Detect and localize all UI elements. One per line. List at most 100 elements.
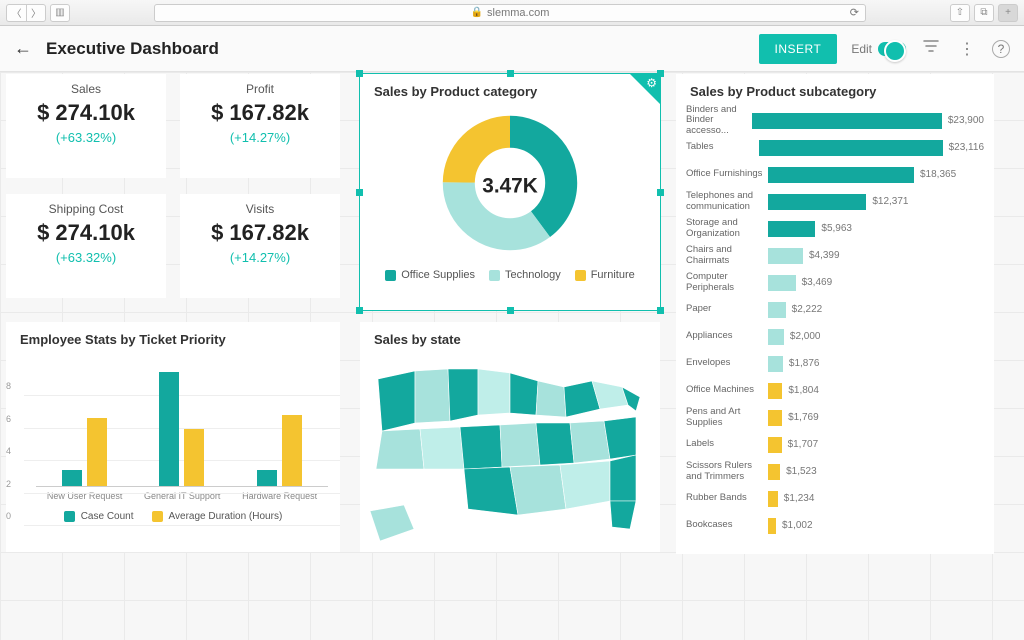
kpi-title: Shipping Cost xyxy=(10,202,162,216)
subcategory-row[interactable]: Chairs and Chairmats$4,399 xyxy=(686,242,984,269)
subcategory-row[interactable]: Envelopes $1,876 xyxy=(686,350,984,377)
resize-handle[interactable] xyxy=(356,307,363,314)
browser-share-button[interactable]: ⇧ xyxy=(950,4,970,22)
browser-back-button[interactable]: 〈 xyxy=(6,4,26,22)
dashboard-canvas[interactable]: Sales $ 274.10k (+63.32%) Profit $ 167.8… xyxy=(0,72,1024,640)
toggle-switch-icon[interactable] xyxy=(878,42,906,56)
us-map xyxy=(360,351,660,546)
edit-toggle[interactable]: Edit xyxy=(851,42,906,56)
subcategory-bar xyxy=(768,302,786,318)
resize-handle[interactable] xyxy=(657,307,664,314)
subcategory-bar xyxy=(768,464,780,480)
app-toolbar: ← Executive Dashboard INSERT Edit ⋮ ? xyxy=(0,26,1024,72)
subcategory-value: $1,876 xyxy=(789,358,820,369)
kpi-delta: (+14.27%) xyxy=(184,250,336,265)
subcategory-value: $2,222 xyxy=(792,304,823,315)
subcategory-value: $23,116 xyxy=(949,142,984,153)
subcategory-label: Envelopes xyxy=(686,358,768,368)
subcategory-bar xyxy=(768,248,803,264)
kpi-sales[interactable]: Sales $ 274.10k (+63.32%) xyxy=(6,74,166,178)
more-icon[interactable]: ⋮ xyxy=(956,39,978,59)
kpi-value: $ 274.10k xyxy=(10,220,162,246)
kpi-profit[interactable]: Profit $ 167.82k (+14.27%) xyxy=(180,74,340,178)
resize-handle[interactable] xyxy=(507,307,514,314)
resize-handle[interactable] xyxy=(657,189,664,196)
subcategory-row[interactable]: Bookcases $1,002 xyxy=(686,512,984,539)
subcategory-row[interactable]: Computer Peripherals$3,469 xyxy=(686,269,984,296)
kpi-title: Visits xyxy=(184,202,336,216)
subcategory-label: Office Furnishings xyxy=(686,169,768,179)
subcategory-label: Pens and Art Supplies xyxy=(686,407,768,428)
kpi-delta: (+63.32%) xyxy=(10,130,162,145)
subcategory-bar xyxy=(768,437,782,453)
subcategory-value: $1,523 xyxy=(786,466,817,477)
subcategory-label: Storage and Organization xyxy=(686,218,768,239)
reload-icon[interactable]: ⟳ xyxy=(850,6,859,19)
employee-bar-chart: 02468 New User RequestGeneral IT Support… xyxy=(6,351,340,526)
page-title: Executive Dashboard xyxy=(46,39,219,59)
subcategory-value: $1,002 xyxy=(782,520,813,531)
subcategory-bar xyxy=(768,518,776,534)
subcategory-value: $4,399 xyxy=(809,250,840,261)
subcategory-row[interactable]: Appliances$2,000 xyxy=(686,323,984,350)
gear-icon: ⚙ xyxy=(646,76,657,90)
lock-icon: 🔒 xyxy=(471,7,483,18)
subcategory-label: Labels xyxy=(686,439,768,449)
subcategory-value: $1,707 xyxy=(788,439,819,450)
subcategory-label: Bookcases xyxy=(686,520,768,530)
subcategory-bar xyxy=(768,167,914,183)
kpi-value: $ 167.82k xyxy=(184,100,336,126)
browser-tabs-button[interactable]: ⧉ xyxy=(974,4,994,22)
subcategory-row[interactable]: Binders and Binder accesso...$23,900 xyxy=(686,107,984,134)
panel-title: Sales by Product category xyxy=(360,74,660,103)
panel-sales-by-state[interactable]: Sales by state xyxy=(360,322,660,552)
address-bar[interactable]: 🔒 slemma.com ⟳ xyxy=(154,4,866,22)
subcategory-value: $18,365 xyxy=(920,169,956,180)
kpi-shipping[interactable]: Shipping Cost $ 274.10k (+63.32%) xyxy=(6,194,166,298)
kpi-delta: (+14.27%) xyxy=(184,130,336,145)
subcategory-bar xyxy=(768,383,782,399)
browser-newtab-button[interactable]: + xyxy=(998,4,1018,22)
subcategory-label: Paper xyxy=(686,304,768,314)
subcategory-label: Appliances xyxy=(686,331,768,341)
subcategory-bar xyxy=(768,221,815,237)
resize-handle[interactable] xyxy=(356,70,363,77)
subcategory-label: Tables xyxy=(686,142,759,152)
panel-sales-by-category[interactable]: ⚙ Sales by Product category 3.47K Office… xyxy=(360,74,660,310)
subcategory-row[interactable]: Rubber Bands$1,234 xyxy=(686,485,984,512)
subcategory-value: $1,769 xyxy=(788,412,819,423)
subcategory-row[interactable]: Office Furnishings $18,365 xyxy=(686,161,984,188)
subcategory-row[interactable]: Tables $23,116 xyxy=(686,134,984,161)
subcategory-row[interactable]: Scissors Rulers and Trimmers $1,523 xyxy=(686,458,984,485)
subcategory-row[interactable]: Paper $2,222 xyxy=(686,296,984,323)
subcategory-row[interactable]: Telephones and communication$12,371 xyxy=(686,188,984,215)
kpi-visits[interactable]: Visits $ 167.82k (+14.27%) xyxy=(180,194,340,298)
panel-employee-stats[interactable]: Employee Stats by Ticket Priority 02468 … xyxy=(6,322,340,552)
back-arrow-icon[interactable]: ← xyxy=(14,38,32,59)
filter-icon[interactable] xyxy=(920,38,942,59)
subcategory-bar xyxy=(768,491,778,507)
panel-settings-button[interactable]: ⚙ xyxy=(630,74,660,104)
subcategory-bar xyxy=(768,194,866,210)
resize-handle[interactable] xyxy=(507,70,514,77)
subcategory-row[interactable]: Labels $1,707 xyxy=(686,431,984,458)
subcategory-row[interactable]: Pens and Art Supplies $1,769 xyxy=(686,404,984,431)
browser-chrome: 〈 〉 ▥ 🔒 slemma.com ⟳ ⇧ ⧉ + xyxy=(0,0,1024,26)
insert-button[interactable]: INSERT xyxy=(759,34,838,64)
kpi-delta: (+63.32%) xyxy=(10,250,162,265)
subcategory-bar xyxy=(768,275,796,291)
browser-forward-button[interactable]: 〉 xyxy=(26,4,46,22)
kpi-title: Sales xyxy=(10,82,162,96)
resize-handle[interactable] xyxy=(356,189,363,196)
browser-sidebar-button[interactable]: ▥ xyxy=(50,4,70,22)
help-icon[interactable]: ? xyxy=(992,40,1010,58)
kpi-value: $ 167.82k xyxy=(184,220,336,246)
kpi-value: $ 274.10k xyxy=(10,100,162,126)
subcategory-label: Rubber Bands xyxy=(686,493,768,503)
panel-sales-by-subcategory[interactable]: Sales by Product subcategory Binders and… xyxy=(676,74,994,554)
subcategory-label: Scissors Rulers and Trimmers xyxy=(686,461,768,482)
panel-title: Sales by Product subcategory xyxy=(676,74,994,103)
subcategory-row[interactable]: Storage and Organization$5,963 xyxy=(686,215,984,242)
subcategory-row[interactable]: Office Machines$1,804 xyxy=(686,377,984,404)
subcategory-bar xyxy=(768,410,782,426)
